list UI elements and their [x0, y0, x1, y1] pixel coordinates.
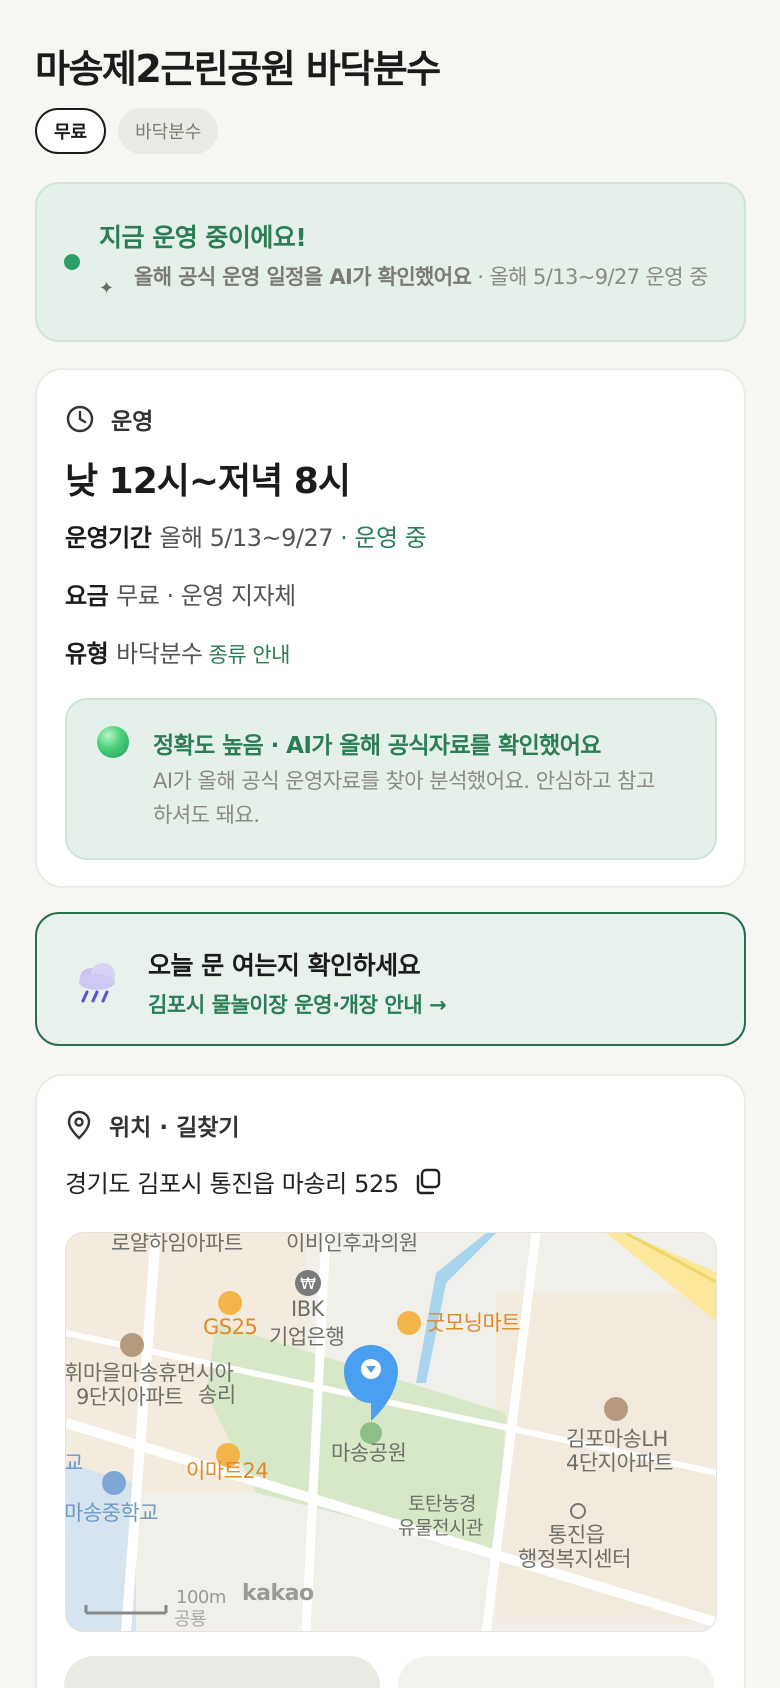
fee-label: 요금	[65, 582, 109, 610]
type-guide-link[interactable]: 종류 안내	[209, 643, 291, 667]
tag-free[interactable]: 무료	[35, 108, 107, 154]
map-label-lh2: 4단지아파트	[566, 1451, 673, 1475]
status-title: 지금 운영 중이에요!	[99, 223, 307, 252]
type-row: 유형 바닥분수 종류 안내	[65, 634, 290, 669]
fee-row: 요금 무료 · 운영 지자체	[65, 576, 296, 611]
today-guide-link[interactable]: 김포시 물놀이장 운영·개장 안내 →	[148, 989, 447, 1019]
accuracy-orb-icon	[97, 726, 129, 758]
map-label-school: 마송중학교	[65, 1501, 159, 1525]
page-title: 마송제2근린공원 바닥분수	[35, 47, 441, 91]
operating-hours: 낮 12시~저녁 8시	[65, 461, 351, 502]
copy-icon[interactable]	[413, 1167, 443, 1197]
map-label-clinic: 이비인후과의원	[286, 1232, 418, 1255]
today-title: 오늘 문 여는지 확인하세요	[148, 951, 421, 980]
map-label-emart: 이마트24	[186, 1459, 269, 1483]
accuracy-box: 정확도 높음 · AI가 올해 공식자료를 확인했어요 AI가 올해 공식 운영…	[65, 698, 717, 860]
clock-icon	[66, 405, 94, 433]
bottom-action-right[interactable]	[398, 1656, 714, 1688]
operating-status-card: 지금 운영 중이에요! ✦ 올해 공식 운영 일정을 AI가 확인했어요 · 올…	[35, 182, 746, 342]
type-label: 유형	[65, 640, 109, 668]
map-label-school-short: 교	[65, 1451, 83, 1475]
location-card: 위치 · 길찾기 경기도 김포시 통진읍 마송리 525 ₩ 로얄하임아파트 이…	[35, 1074, 746, 1688]
operation-label: 운영	[111, 409, 154, 435]
period-sep: ·	[333, 524, 355, 552]
period-label: 운영기간	[65, 524, 152, 552]
location-header: 위치 · 길찾기	[65, 1108, 240, 1142]
map-label-park: 마송공원	[331, 1441, 407, 1465]
accuracy-body: AI가 올해 공식 운영자료를 찾아 분석했어요. 안심하고 참고하셔도 돼요.	[153, 769, 655, 827]
sparkle-icon: ✦	[99, 278, 115, 299]
status-subtext: 올해 공식 운영 일정을 AI가 확인했어요 · 올해 5/13~9/27 운영…	[134, 262, 734, 292]
operation-card: 운영 낮 12시~저녁 8시 운영기간 올해 5/13~9/27 · 운영 중 요…	[35, 368, 746, 888]
address-text: 경기도 김포시 통진읍 마송리 525	[65, 1170, 399, 1198]
map-label-apt-top: 로얄하임아파트	[111, 1232, 243, 1255]
svg-text:₩: ₩	[300, 1274, 316, 1293]
bottom-action-left[interactable]	[64, 1656, 380, 1688]
map-label-songri: 송리	[198, 1383, 236, 1407]
map-label-museum1: 토탄농경	[408, 1493, 476, 1515]
map-label-ibk2: 기업은행	[269, 1325, 345, 1349]
map-view[interactable]: ₩ 로얄하임아파트 이비인후과의원 GS25 IBK 기업은행 굿모닝마트 휘마…	[65, 1232, 717, 1632]
map-label-museum2: 유물전시관	[398, 1517, 483, 1539]
rain-cloud-icon	[79, 963, 115, 1003]
fee-value: 무료 · 운영 지자체	[116, 582, 296, 610]
status-dot-icon	[64, 254, 80, 270]
map-label-goodmorning: 굿모닝마트	[426, 1311, 521, 1335]
tag-type[interactable]: 바닥분수	[118, 108, 219, 154]
kakao-logo: kakao	[242, 1581, 314, 1606]
period-value: 올해 5/13~9/27	[159, 524, 334, 552]
map-label-gs25: GS25	[203, 1315, 258, 1339]
location-label: 위치 · 길찾기	[109, 1115, 240, 1141]
status-sub-rest: · 올해 5/13~9/27 운영 중	[471, 265, 708, 289]
status-sub-bold: 올해 공식 운영 일정을 AI가 확인했어요	[134, 265, 472, 289]
map-label-ibk: IBK	[291, 1297, 324, 1321]
location-pin-icon	[67, 1110, 91, 1140]
map-label-office2: 행정복지센터	[518, 1547, 631, 1571]
map-label-bottom: 공룡	[174, 1609, 207, 1630]
address-row: 경기도 김포시 통진읍 마송리 525	[65, 1164, 443, 1199]
period-row: 운영기간 올해 5/13~9/27 · 운영 중	[65, 518, 427, 553]
type-value: 바닥분수	[116, 640, 203, 668]
today-open-card[interactable]: 오늘 문 여는지 확인하세요 김포시 물놀이장 운영·개장 안내 →	[35, 912, 746, 1046]
tag-list: 무료 바닥분수	[35, 108, 219, 154]
accuracy-title: 정확도 높음 · AI가 올해 공식자료를 확인했어요	[153, 733, 601, 759]
period-status: 운영 중	[354, 524, 427, 552]
map-label-apt-left2: 9단지아파트	[76, 1385, 183, 1409]
operation-header: 운영	[65, 402, 153, 436]
